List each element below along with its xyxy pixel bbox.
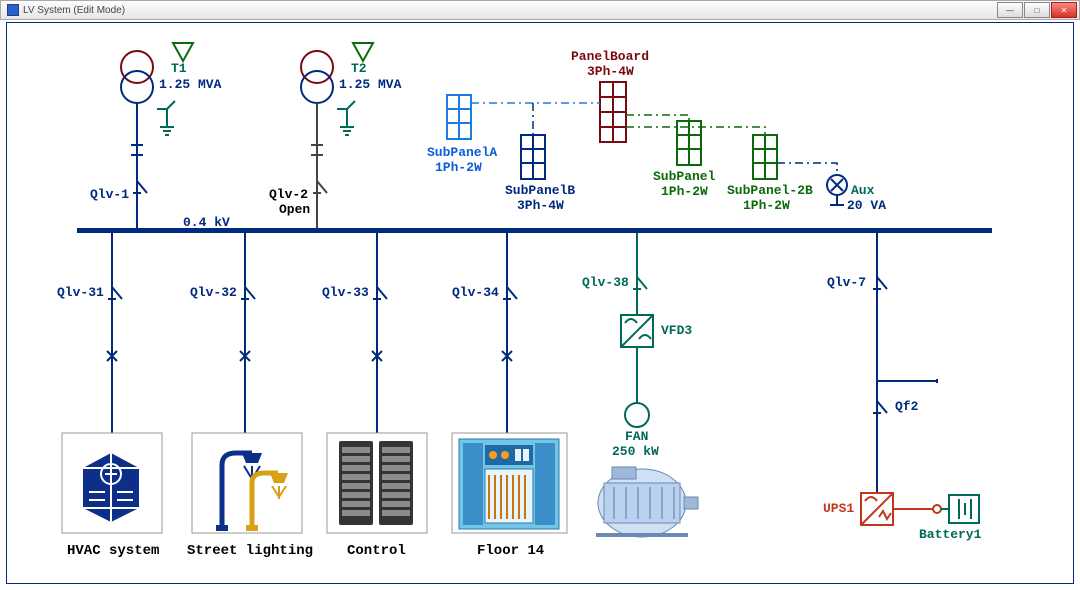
- breaker-qlv7[interactable]: Qlv-7: [827, 275, 866, 290]
- breaker-qf2[interactable]: Qf2: [895, 399, 918, 414]
- breaker-qlv31[interactable]: Qlv-31: [57, 285, 104, 300]
- aux-name[interactable]: Aux: [851, 183, 874, 198]
- breaker-qlv33[interactable]: Qlv-33: [322, 285, 369, 300]
- aux-rating: 20 VA: [847, 198, 886, 213]
- vfd3-label[interactable]: VFD3: [661, 323, 692, 338]
- subpanelB-name[interactable]: SubPanelB: [505, 183, 575, 198]
- app-icon: [7, 4, 19, 16]
- panelboard-name[interactable]: PanelBoard: [571, 49, 649, 64]
- subpanel1-phases: 1Ph-2W: [661, 184, 708, 199]
- bus-voltage: 0.4 kV: [183, 215, 230, 230]
- subpanel1-name[interactable]: SubPanel: [653, 169, 715, 184]
- close-button[interactable]: ✕: [1051, 2, 1077, 18]
- caption-control: Control: [347, 543, 406, 559]
- breaker-qlv38[interactable]: Qlv-38: [582, 275, 629, 290]
- transformer-t1-rating: 1.25 MVA: [159, 77, 221, 92]
- breaker-qlv2-state: Open: [279, 202, 310, 217]
- breaker-qlv34[interactable]: Qlv-34: [452, 285, 499, 300]
- window-title: LV System (Edit Mode): [23, 5, 125, 16]
- subpanel2B-phases: 1Ph-2W: [743, 198, 790, 213]
- fan-label[interactable]: FAN: [625, 429, 648, 444]
- panelboard-phases: 3Ph-4W: [587, 64, 634, 79]
- breaker-qlv32[interactable]: Qlv-32: [190, 285, 237, 300]
- breaker-qlv2[interactable]: Qlv-2: [269, 187, 308, 202]
- app-window: LV System (Edit Mode) — □ ✕: [0, 0, 1080, 590]
- subpanelB-phases: 3Ph-4W: [517, 198, 564, 213]
- subpanel2B-name[interactable]: SubPanel-2B: [727, 183, 813, 198]
- transformer-t2-rating: 1.25 MVA: [339, 77, 401, 92]
- minimize-button[interactable]: —: [997, 2, 1023, 18]
- diagram-canvas[interactable]: T1 1.25 MVA T2 1.25 MVA Qlv-1 Qlv-2 Open…: [6, 22, 1074, 584]
- ups1-label[interactable]: UPS1: [823, 501, 854, 516]
- title-bar: LV System (Edit Mode) — □ ✕: [0, 0, 1080, 20]
- caption-hvac: HVAC system: [67, 543, 159, 559]
- transformer-t2-name[interactable]: T2: [351, 61, 367, 76]
- transformer-t1-name[interactable]: T1: [171, 61, 187, 76]
- battery1-label[interactable]: Battery1: [919, 527, 981, 542]
- schematic-svg: [7, 23, 1073, 583]
- maximize-button[interactable]: □: [1024, 2, 1050, 18]
- caption-floor14: Floor 14: [477, 543, 544, 559]
- breaker-qlv1[interactable]: Qlv-1: [90, 187, 129, 202]
- subpanelA-name[interactable]: SubPanelA: [427, 145, 497, 160]
- subpanelA-phases: 1Ph-2W: [435, 160, 482, 175]
- caption-street: Street lighting: [187, 543, 313, 559]
- fan-rating: 250 kW: [612, 444, 659, 459]
